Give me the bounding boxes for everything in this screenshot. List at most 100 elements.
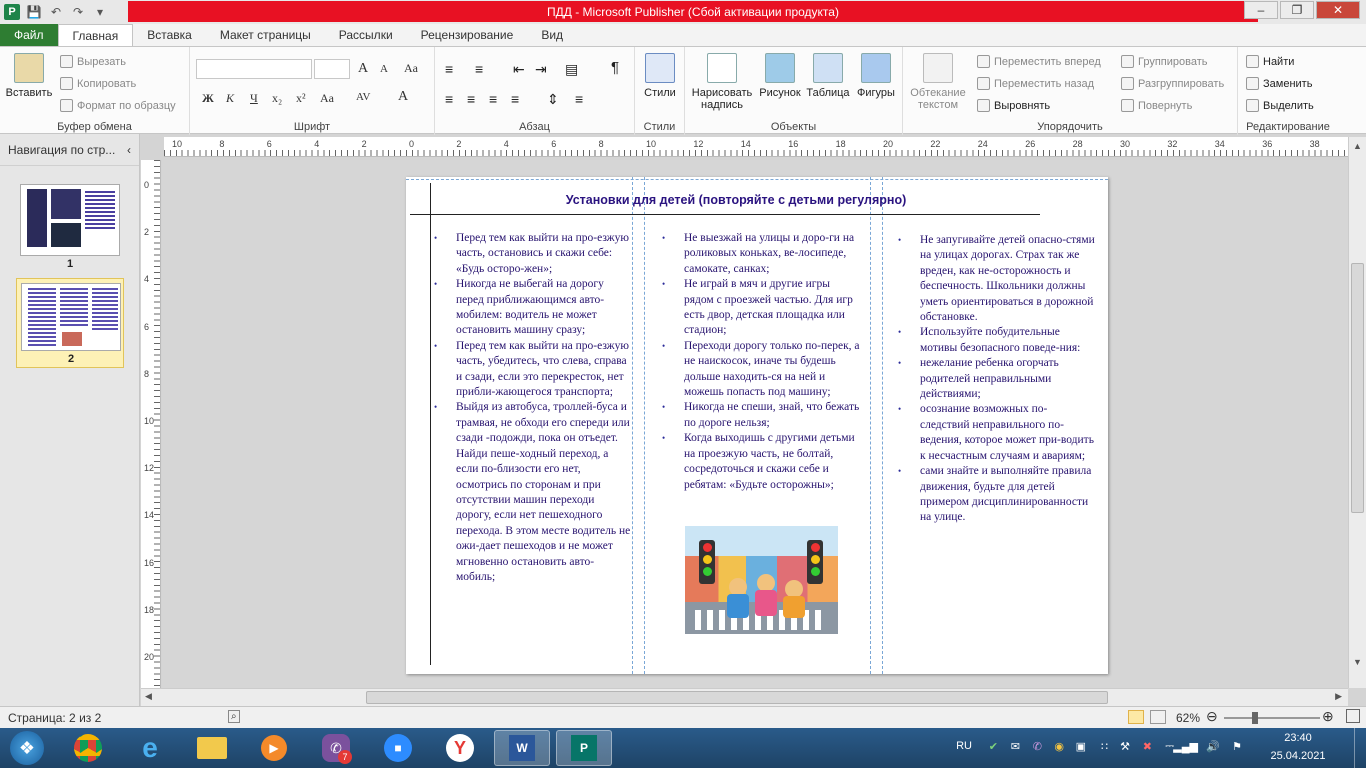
increase-indent-icon[interactable]: ⇥ <box>535 61 547 78</box>
text-column-3[interactable]: Не запугивайте детей опасно-стями на ули… <box>896 233 1096 526</box>
text-column-1[interactable]: Перед тем как выйти на про-езжую часть, … <box>432 231 632 585</box>
decrease-indent-icon[interactable]: ⇤ <box>513 61 525 78</box>
page-thumbnail-2[interactable]: 2 <box>16 278 124 368</box>
font-size-combo[interactable] <box>314 59 350 79</box>
italic-button[interactable]: К <box>226 91 234 106</box>
grow-font-button[interactable]: A <box>358 61 368 77</box>
copy-button[interactable]: Копировать <box>60 77 136 90</box>
taskbar-publisher[interactable]: P <box>556 730 612 766</box>
shrink-font-button[interactable]: A <box>380 63 388 75</box>
send-backward-button[interactable]: Переместить назад <box>977 77 1094 90</box>
text-column-2[interactable]: Не выезжай на улицы и доро-ги на роликов… <box>660 231 862 493</box>
draw-textbox-button[interactable]: Нарисовать надпись <box>687 53 757 111</box>
line-spacing-icon[interactable]: ⇕ <box>547 91 559 108</box>
taskbar-zoom[interactable]: ■ <box>370 730 426 766</box>
styles-button[interactable]: Стили <box>639 53 681 99</box>
align-right-icon[interactable]: ≡ <box>489 91 497 107</box>
superscript-button[interactable]: x² <box>296 91 306 106</box>
picture-button[interactable]: Рисунок <box>757 53 803 99</box>
taskbar-viber[interactable]: ✆ 7 <box>308 730 364 766</box>
rotate-button[interactable]: Повернуть <box>1121 99 1192 112</box>
underline-button[interactable]: Ч <box>250 91 258 106</box>
macro-record-icon[interactable]: ⌕ <box>228 710 240 723</box>
scroll-up-icon[interactable]: ▲ <box>1353 141 1362 151</box>
paragraph-spacing-icon[interactable]: ≡ <box>575 91 583 107</box>
cut-button[interactable]: Вырезать <box>60 55 126 68</box>
tools-tray-icon[interactable]: ⚒ <box>1120 740 1130 753</box>
taskbar-media[interactable]: ▶ <box>246 730 302 766</box>
tab-mailings[interactable]: Рассылки <box>325 24 407 46</box>
network-off-icon[interactable]: ✖ <box>1143 740 1152 753</box>
case-button[interactable]: Aa <box>320 91 334 106</box>
flag-icon[interactable]: ⚑ <box>1232 740 1242 753</box>
justify-icon[interactable]: ≡ <box>511 91 519 107</box>
horizontal-scrollbar[interactable]: ◀ ▶ <box>141 688 1348 706</box>
tab-view[interactable]: Вид <box>527 24 577 46</box>
bluetooth-icon[interactable]: ∷ <box>1101 740 1108 753</box>
page-indicator[interactable]: Страница: 2 из 2 <box>8 711 101 725</box>
display-tray-icon[interactable]: ▣ <box>1076 740 1086 753</box>
tab-file[interactable]: Файл <box>0 24 58 46</box>
zoom-out-icon[interactable]: ⊖ <box>1206 708 1218 725</box>
tab-page-layout[interactable]: Макет страницы <box>206 24 325 46</box>
close-button[interactable]: ✕ <box>1316 1 1360 19</box>
start-button[interactable]: ❖ <box>0 730 54 766</box>
show-desktop-button[interactable] <box>1354 728 1366 768</box>
tab-insert[interactable]: Вставка <box>133 24 206 46</box>
scroll-down-icon[interactable]: ▼ <box>1353 657 1362 667</box>
taskbar-ie[interactable]: e <box>122 730 178 766</box>
scroll-left-icon[interactable]: ◀ <box>145 691 152 702</box>
vertical-scrollbar[interactable]: ▲ ▼ <box>1348 137 1366 688</box>
clock-date[interactable]: 25.04.2021 <box>1258 750 1338 762</box>
viber-tray-icon[interactable]: ✆ <box>1033 740 1042 753</box>
bold-button[interactable]: Ж <box>202 91 214 106</box>
ungroup-button[interactable]: Разгруппировать <box>1121 77 1224 90</box>
vertical-scroll-thumb[interactable] <box>1351 263 1364 513</box>
taskbar-chrome[interactable] <box>60 730 116 766</box>
zoom-in-icon[interactable]: ⊕ <box>1322 708 1334 725</box>
single-page-view-icon[interactable] <box>1128 710 1144 724</box>
volume-tray-icon[interactable]: ◉ <box>1054 740 1064 753</box>
paste-button[interactable]: Вставить <box>4 53 54 99</box>
save-icon[interactable]: 💾 <box>26 5 42 19</box>
publisher-app-icon[interactable]: P <box>4 4 20 20</box>
align-button[interactable]: Выровнять <box>977 99 1050 112</box>
redo-icon[interactable]: ↷ <box>70 5 86 19</box>
language-indicator[interactable]: RU <box>956 740 972 752</box>
two-page-view-icon[interactable] <box>1150 710 1166 724</box>
scroll-right-icon[interactable]: ▶ <box>1335 691 1342 702</box>
table-button[interactable]: Таблица <box>805 53 851 99</box>
taskbar-explorer[interactable] <box>184 730 240 766</box>
shapes-button[interactable]: Фигуры <box>853 53 899 99</box>
zoom-slider[interactable] <box>1224 712 1320 724</box>
tab-review[interactable]: Рецензирование <box>407 24 528 46</box>
select-button[interactable]: Выделить <box>1246 99 1314 112</box>
columns-icon[interactable]: ▤ <box>565 61 578 78</box>
font-name-combo[interactable] <box>196 59 312 79</box>
taskbar-word[interactable]: W <box>494 730 550 766</box>
horizontal-scroll-thumb[interactable] <box>366 691 1108 704</box>
security-shield-icon[interactable]: ✔ <box>989 740 998 753</box>
find-button[interactable]: Найти <box>1246 55 1294 68</box>
group-button[interactable]: Группировать <box>1121 55 1208 68</box>
fit-page-icon[interactable] <box>1346 709 1360 723</box>
subscript-button[interactable]: x₂ <box>272 91 282 106</box>
bullets-icon[interactable]: ≡ <box>445 61 453 77</box>
clock-time[interactable]: 23:40 <box>1258 732 1338 744</box>
font-color-button[interactable]: A <box>398 89 408 105</box>
pilcrow-button[interactable]: ¶ <box>611 59 619 76</box>
wrap-text-button[interactable]: Обтекание текстом <box>905 53 971 111</box>
document-heading[interactable]: Установки для детей (повторяйте с детьми… <box>526 193 946 207</box>
numbering-icon[interactable]: ≡ <box>475 61 483 77</box>
align-left-icon[interactable]: ≡ <box>445 91 453 107</box>
signal-icon[interactable]: ▂▄▆ <box>1173 740 1198 753</box>
maximize-button[interactable]: ❐ <box>1280 1 1314 19</box>
align-center-icon[interactable]: ≡ <box>467 91 475 107</box>
minimize-button[interactable]: – <box>1244 1 1278 19</box>
customize-qat-icon[interactable]: ▾ <box>92 5 108 19</box>
bring-forward-button[interactable]: Переместить вперед <box>977 55 1101 68</box>
change-case-button[interactable]: Aa <box>404 61 418 76</box>
collapse-nav-icon[interactable]: ‹ <box>127 143 131 157</box>
format-painter-button[interactable]: Формат по образцу <box>60 99 176 112</box>
taskbar-yandex[interactable]: Y <box>432 730 488 766</box>
